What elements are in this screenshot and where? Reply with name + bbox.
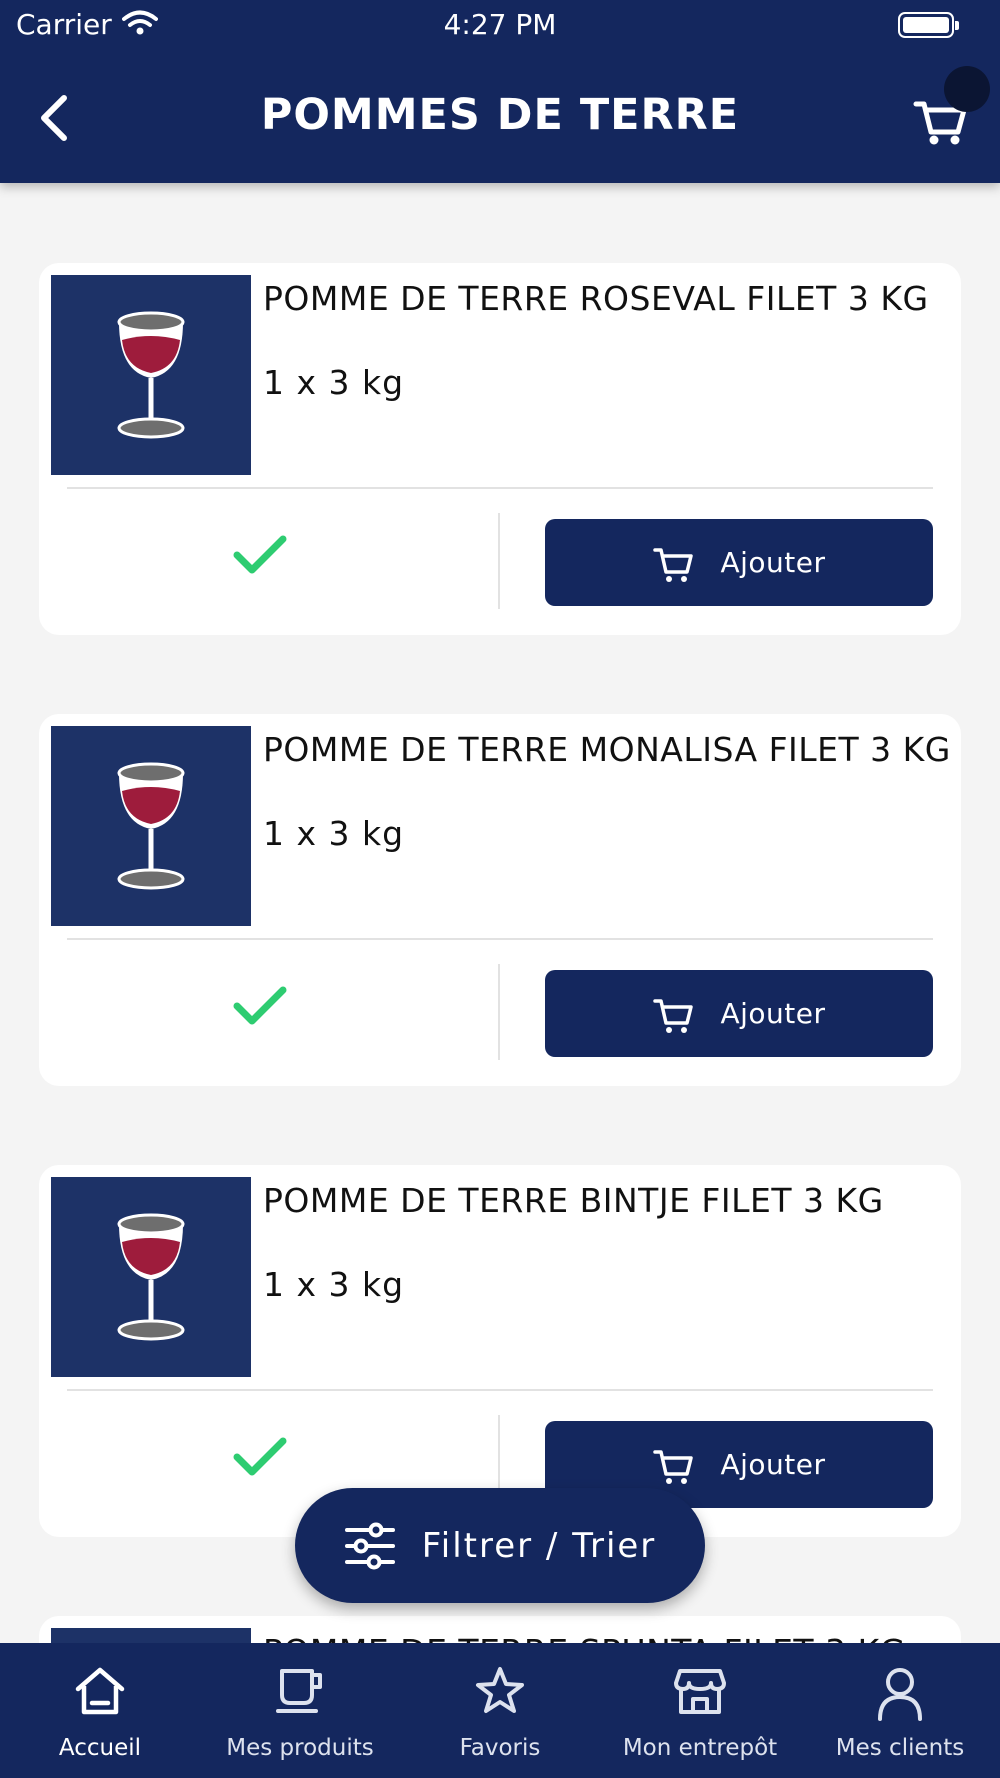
tab-label: Mes produits xyxy=(226,1735,374,1761)
page-title: POMMES DE TERRE xyxy=(260,90,740,140)
home-icon xyxy=(75,1667,125,1715)
product-packaging: 1 x 3 kg xyxy=(263,363,405,402)
product-packaging: 1 x 3 kg xyxy=(263,814,405,853)
check-icon xyxy=(233,535,287,574)
divider xyxy=(498,964,500,1060)
check-icon xyxy=(233,986,287,1025)
store-icon xyxy=(674,1669,726,1714)
check-icon xyxy=(233,1437,287,1476)
wine-glass-icon xyxy=(117,762,185,890)
product-thumbnail xyxy=(51,1177,251,1377)
tab-mon-entrepot[interactable]: Mon entrepôt xyxy=(600,1643,800,1778)
add-to-cart-button[interactable]: Ajouter xyxy=(545,970,933,1057)
cart-icon xyxy=(653,998,694,1033)
add-to-cart-button[interactable]: Ajouter xyxy=(545,519,933,606)
sliders-icon xyxy=(344,1522,395,1569)
product-card[interactable]: POMME DE TERRE ROSEVAL FILET 3 KG 1 x 3 … xyxy=(39,263,961,635)
product-thumbnail xyxy=(51,275,251,475)
divider xyxy=(498,513,500,609)
cup-icon xyxy=(276,1669,322,1713)
cart-icon xyxy=(653,547,694,582)
product-name: POMME DE TERRE BINTJE FILET 3 KG xyxy=(263,1181,884,1220)
tab-accueil[interactable]: Accueil xyxy=(0,1643,200,1778)
product-card[interactable]: POMME DE TERRE BINTJE FILET 3 KG 1 x 3 k… xyxy=(39,1165,961,1537)
clock: 4:27 PM xyxy=(443,8,557,41)
user-icon xyxy=(878,1668,922,1721)
product-name: POMME DE TERRE MONALISA FILET 3 KG xyxy=(263,730,951,769)
tab-favoris[interactable]: Favoris xyxy=(400,1643,600,1778)
divider xyxy=(67,487,933,489)
cart-icon xyxy=(653,1449,694,1484)
tab-label: Mes clients xyxy=(835,1735,965,1761)
divider xyxy=(67,938,933,940)
status-bar: Carrier 4:27 PM xyxy=(0,0,1000,50)
top-bar: Carrier 4:27 PM POMMES DE TERRE xyxy=(0,0,1000,183)
tab-mes-produits[interactable]: Mes produits xyxy=(200,1643,400,1778)
add-button-label: Ajouter xyxy=(720,997,826,1030)
tab-label: Accueil xyxy=(58,1735,142,1761)
add-button-label: Ajouter xyxy=(720,1448,826,1481)
bottom-tab-bar: Accueil Mes produits Favoris Mon entrepô… xyxy=(0,1643,1000,1778)
divider xyxy=(67,1389,933,1391)
tab-mes-clients[interactable]: Mes clients xyxy=(800,1643,1000,1778)
star-icon xyxy=(476,1667,524,1713)
wine-glass-icon xyxy=(117,1213,185,1341)
filter-sort-label: Filtrer / Trier xyxy=(421,1525,657,1566)
battery-icon xyxy=(898,12,959,38)
tab-label: Mon entrepôt xyxy=(622,1735,778,1761)
cart-badge xyxy=(944,66,990,112)
tab-label: Favoris xyxy=(459,1735,541,1761)
product-card[interactable]: POMME DE TERRE MONALISA FILET 3 KG 1 x 3… xyxy=(39,714,961,1086)
product-packaging: 1 x 3 kg xyxy=(263,1265,405,1304)
add-button-label: Ajouter xyxy=(720,546,826,579)
filter-sort-button[interactable]: Filtrer / Trier xyxy=(295,1488,705,1603)
wine-glass-icon xyxy=(117,311,185,439)
product-thumbnail xyxy=(51,726,251,926)
product-name: POMME DE TERRE ROSEVAL FILET 3 KG xyxy=(263,279,929,318)
